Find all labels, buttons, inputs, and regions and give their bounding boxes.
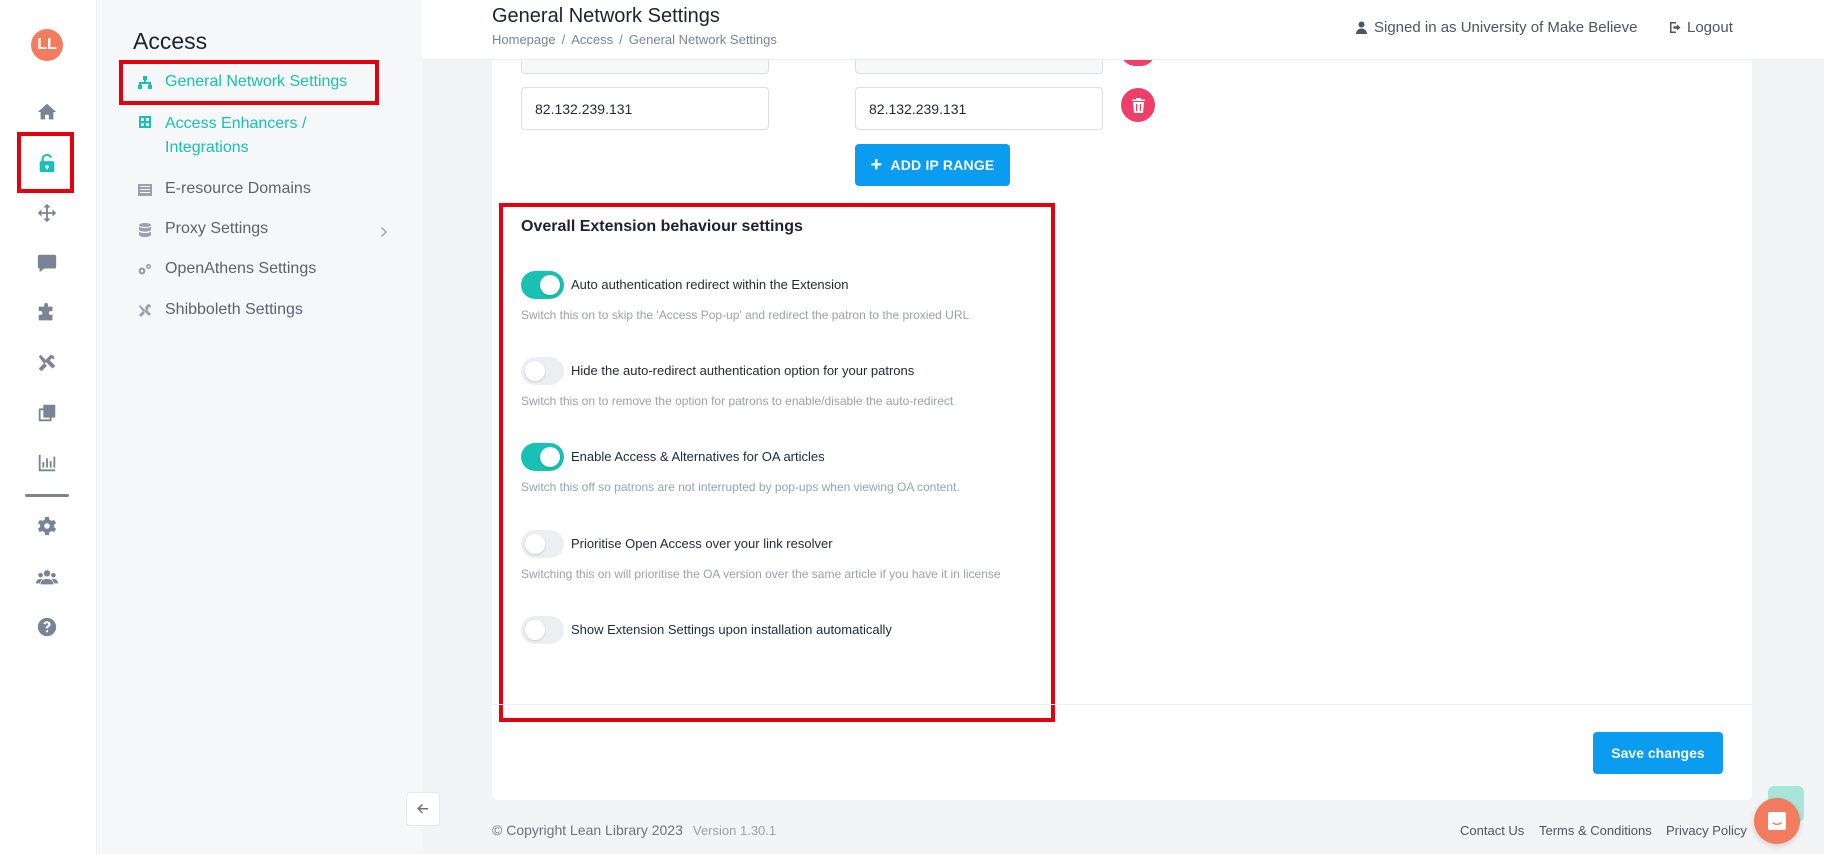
breadcrumb: Homepage / Access / General Network Sett… — [492, 32, 777, 47]
chart-icon[interactable] — [30, 446, 64, 480]
nav-item-label-line1: Access Enhancers / — [165, 115, 307, 132]
users-icon[interactable] — [30, 560, 64, 594]
nav-item-label: Proxy Settings — [165, 220, 269, 237]
list-icon — [137, 182, 153, 198]
ip-range-end-input[interactable]: 82.132.239.131 — [855, 87, 1103, 130]
page-title: General Network Settings — [492, 5, 720, 27]
nav-shibboleth-settings[interactable]: Shibboleth Settings — [137, 301, 303, 319]
home-icon[interactable] — [30, 95, 64, 129]
add-ip-range-button[interactable]: + ADD IP RANGE — [855, 144, 1010, 186]
lean-library-logo[interactable]: LL — [31, 29, 63, 61]
breadcrumb-current: General Network Settings — [628, 32, 777, 47]
breadcrumb-separator: / — [561, 32, 566, 47]
chat-icon — [1768, 812, 1786, 830]
puzzle-icon[interactable] — [30, 296, 64, 330]
tools-icon[interactable] — [30, 346, 64, 380]
access-subnav: Access General Network Settings Access E… — [97, 0, 422, 854]
breadcrumb-homepage[interactable]: Homepage — [492, 32, 556, 47]
breadcrumb-separator: / — [619, 32, 623, 47]
footer-terms[interactable]: Terms & Conditions — [1539, 823, 1652, 838]
nav-item-label: E-resource Domains — [165, 180, 311, 197]
footer-privacy[interactable]: Privacy Policy — [1666, 823, 1747, 838]
nav-item-label-line2: Integrations — [165, 139, 249, 156]
card-divider — [492, 704, 1752, 705]
nav-access-enhancers[interactable]: Access Enhancers / Integrations — [137, 112, 306, 160]
ip-range-start-input-prev[interactable] — [521, 60, 769, 74]
nav-openathens-settings[interactable]: OpenAthens Settings — [137, 260, 316, 278]
highlight-general-network-settings — [119, 60, 379, 105]
gear-icon[interactable] — [30, 509, 64, 543]
chevron-right-icon[interactable] — [378, 225, 390, 237]
footer-version: Version 1.30.1 — [693, 823, 777, 838]
tools-icon — [137, 303, 153, 319]
nav-proxy-settings[interactable]: Proxy Settings — [137, 220, 268, 238]
cogs-icon — [137, 262, 153, 278]
footer-copyright: © Copyright Lean Library 2023 — [492, 822, 683, 838]
chat-launcher-button[interactable] — [1754, 798, 1800, 844]
database-icon — [137, 222, 153, 238]
nav-item-label: Shibboleth Settings — [165, 301, 303, 318]
move-arrows-icon[interactable] — [30, 196, 64, 230]
breadcrumb-access[interactable]: Access — [571, 32, 613, 47]
user-icon — [1356, 21, 1367, 34]
ip-range-start-input[interactable]: 82.132.239.131 — [521, 87, 769, 130]
arrow-left-icon — [417, 804, 428, 814]
plus-icon: + — [870, 154, 883, 176]
highlight-access-rail — [17, 132, 74, 193]
delete-ip-range-button[interactable] — [1121, 88, 1155, 122]
icon-rail: LL — [0, 0, 97, 854]
nav-item-label: OpenAthens Settings — [165, 260, 317, 277]
footer-contact-us[interactable]: Contact Us — [1460, 823, 1524, 838]
ip-range-end-input-prev[interactable] — [855, 60, 1103, 74]
highlight-extension-settings — [499, 203, 1055, 722]
integrations-icon — [137, 114, 153, 130]
nav-e-resource-domains[interactable]: E-resource Domains — [137, 180, 311, 198]
save-changes-button[interactable]: Save changes — [1593, 732, 1723, 774]
top-header: General Network Settings Homepage / Acce… — [422, 0, 1824, 60]
copy-icon[interactable] — [30, 396, 64, 430]
comment-icon[interactable] — [30, 246, 64, 280]
rail-divider — [25, 494, 69, 497]
trash-icon — [1131, 97, 1145, 113]
subnav-title: Access — [133, 28, 208, 54]
sign-out-icon — [1670, 22, 1681, 33]
help-icon[interactable] — [30, 610, 64, 644]
collapse-sidebar-button[interactable] — [406, 792, 440, 826]
signed-in-status: Signed in as University of Make Believe — [1355, 19, 1637, 36]
logout-link[interactable]: Logout — [1669, 19, 1733, 36]
